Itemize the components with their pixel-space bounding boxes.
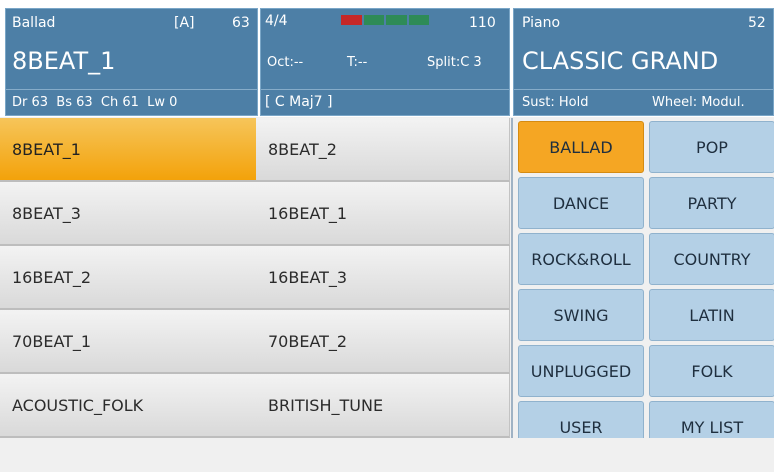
category-button[interactable]: DANCE <box>518 177 644 229</box>
category-button[interactable]: SWING <box>518 289 644 341</box>
octave-value: Oct:-- <box>267 55 304 70</box>
category-button[interactable]: LATIN <box>649 289 774 341</box>
category-button[interactable]: UNPLUGGED <box>518 345 644 397</box>
sound-info-panel[interactable]: Piano 52 CLASSIC GRAND Sust: Hold Wheel:… <box>513 8 774 116</box>
category-button[interactable]: BALLAD <box>518 121 644 173</box>
style-item-label: 16BEAT_1 <box>268 203 348 223</box>
category-button-label: LATIN <box>689 305 735 325</box>
sustain-status: Sust: Hold <box>522 95 589 110</box>
style-item[interactable]: 70BEAT_2 <box>256 310 510 374</box>
category-button-label: SWING <box>553 305 609 325</box>
split-point: Split:C 3 <box>427 55 482 70</box>
category-button-label: POP <box>696 137 728 157</box>
style-number: 63 <box>232 15 250 31</box>
beat-led-4 <box>408 15 429 25</box>
tempo-value: 110 <box>469 15 496 31</box>
beat-led-2 <box>363 15 384 25</box>
wheel-status: Wheel: Modul. <box>652 95 745 110</box>
style-item[interactable]: BRITISH_TUNE <box>256 374 510 438</box>
style-item[interactable]: 8BEAT_2 <box>256 118 510 182</box>
style-part-volumes: Dr 63 Bs 63 Ch 61 Lw 0 <box>12 95 178 110</box>
panel-separator <box>511 118 513 438</box>
style-item-label: 8BEAT_2 <box>268 139 337 159</box>
style-item[interactable]: 8BEAT_3 <box>0 182 257 246</box>
category-button-label: UNPLUGGED <box>530 361 632 381</box>
category-button[interactable]: PARTY <box>649 177 774 229</box>
category-button-label: ROCK&ROLL <box>531 249 631 269</box>
category-button[interactable]: COUNTRY <box>649 233 774 285</box>
category-button-label: FOLK <box>691 361 733 381</box>
style-item[interactable]: 16BEAT_1 <box>256 182 510 246</box>
category-button-label: PARTY <box>687 193 737 213</box>
style-item[interactable]: 16BEAT_3 <box>256 246 510 310</box>
beat-led-3 <box>386 15 407 25</box>
category-button[interactable]: FOLK <box>649 345 774 397</box>
bottom-bar <box>0 438 774 472</box>
screen: { "header": { "style": { "category": "Ba… <box>0 0 774 472</box>
style-item[interactable]: ACOUSTIC_FOLK <box>0 374 257 438</box>
style-item-label: 8BEAT_3 <box>12 203 81 223</box>
style-item-label: 16BEAT_2 <box>12 267 92 287</box>
category-button-label: COUNTRY <box>673 249 751 269</box>
sound-number: 52 <box>748 15 766 31</box>
style-item[interactable]: 16BEAT_2 <box>0 246 257 310</box>
style-item[interactable]: 8BEAT_1 <box>0 118 257 182</box>
style-info-panel[interactable]: Ballad [A] 63 8BEAT_1 Dr 63 Bs 63 Ch 61 … <box>5 8 258 116</box>
style-item-label: 16BEAT_3 <box>268 267 348 287</box>
sound-name: CLASSIC GRAND <box>522 47 719 75</box>
style-list: 8BEAT_1 8BEAT_2 8BEAT_3 16BEAT_1 16BEAT_2 16B… <box>0 118 511 438</box>
category-button[interactable]: ROCK&ROLL <box>518 233 644 285</box>
style-item[interactable]: 70BEAT_1 <box>0 310 257 374</box>
category-button[interactable]: POP <box>649 121 774 173</box>
style-category: Ballad <box>12 15 56 31</box>
sound-category: Piano <box>522 15 561 31</box>
category-button-label: BALLAD <box>549 137 613 157</box>
time-signature: 4/4 <box>265 13 288 29</box>
category-button-label: MY LIST <box>680 417 744 437</box>
divider <box>514 89 773 90</box>
style-name: 8BEAT_1 <box>12 47 116 75</box>
style-item-label: 70BEAT_1 <box>12 331 92 351</box>
style-item-label: 8BEAT_1 <box>12 139 81 159</box>
beat-indicator <box>341 15 429 25</box>
status-header: Ballad [A] 63 8BEAT_1 Dr 63 Bs 63 Ch 61 … <box>0 0 774 117</box>
divider <box>261 89 509 90</box>
transpose-value: T:-- <box>347 55 368 70</box>
style-variation: [A] <box>174 15 195 31</box>
style-item-label: BRITISH_TUNE <box>268 395 384 415</box>
category-button-label: USER <box>559 417 603 437</box>
style-item-label: 70BEAT_2 <box>268 331 348 351</box>
divider <box>6 89 257 90</box>
chord-display: [ C Maj7 ] <box>265 94 333 110</box>
category-button-label: DANCE <box>552 193 610 213</box>
beat-led-1 <box>341 15 362 25</box>
style-item-label: ACOUSTIC_FOLK <box>12 395 144 415</box>
arranger-info-panel[interactable]: 4/4 110 Oct:-- T:-- Split:C 3 [ C Maj7 ] <box>260 8 510 116</box>
